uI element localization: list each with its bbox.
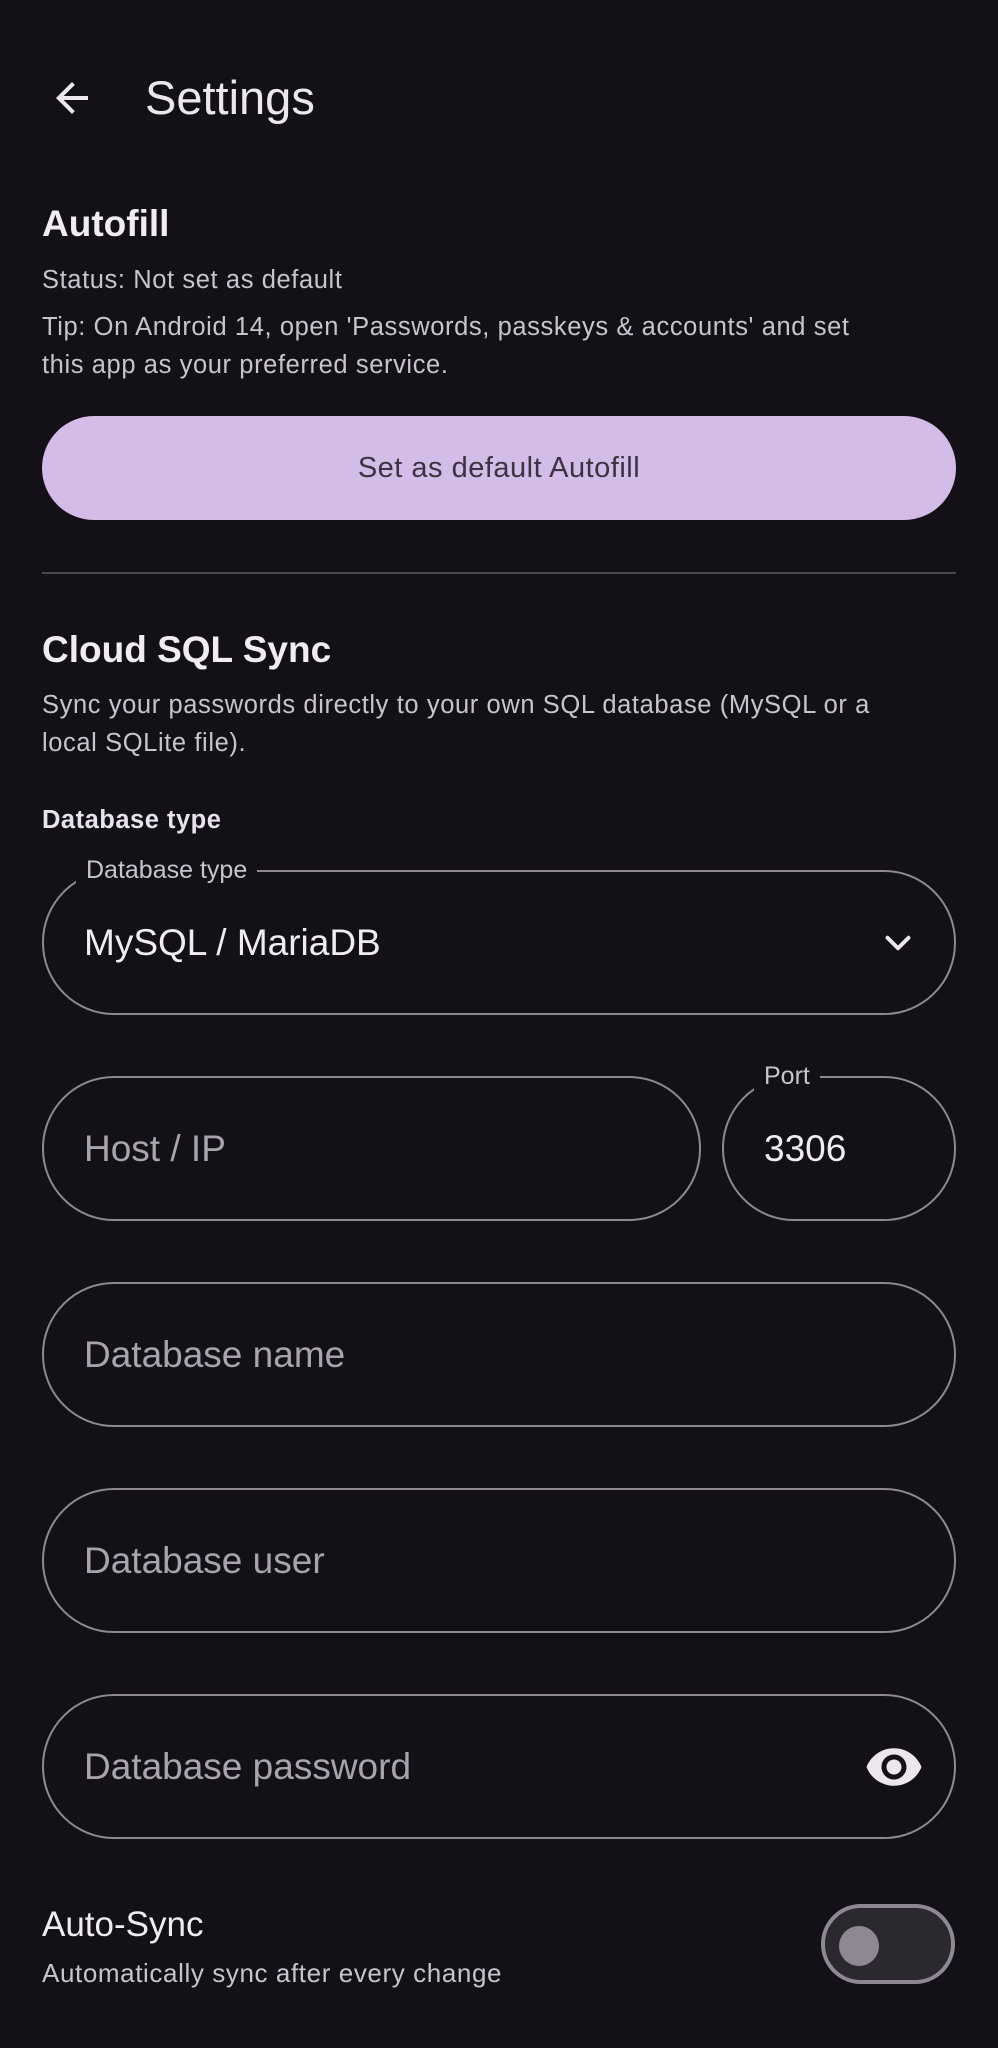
- auto-sync-title: Auto-Sync: [42, 1905, 204, 1944]
- database-name-placeholder: Database name: [84, 1333, 346, 1375]
- section-divider: [42, 572, 956, 574]
- database-password-input[interactable]: Database password: [42, 1694, 956, 1839]
- host-input[interactable]: Host / IP: [42, 1076, 701, 1221]
- chevron-down-icon[interactable]: [878, 923, 918, 963]
- auto-sync-toggle[interactable]: [821, 1904, 955, 1984]
- back-button[interactable]: [36, 62, 108, 134]
- database-type-value: MySQL / MariaDB: [84, 921, 381, 963]
- database-user-placeholder: Database user: [84, 1539, 325, 1581]
- auto-sync-subtitle: Automatically sync after every change: [42, 1958, 503, 1988]
- cloud-sync-desc-line-2: local SQLite file).: [42, 729, 247, 757]
- port-input[interactable]: Port 3306: [722, 1058, 956, 1221]
- set-default-autofill-button-label: Set as default Autofill: [357, 451, 641, 484]
- port-value: 3306: [764, 1127, 847, 1169]
- cloud-sync-section-title: Cloud SQL Sync: [42, 629, 332, 670]
- database-type-field-label: Database type: [76, 852, 258, 888]
- arrow-back-icon: [56, 82, 88, 114]
- page-title: Settings: [145, 71, 315, 124]
- autofill-tip-line-1: Tip: On Android 14, open 'Passwords, pas…: [42, 313, 850, 341]
- set-default-autofill-button[interactable]: Set as default Autofill: [42, 416, 956, 520]
- autofill-tip-line-2: this app as your preferred service.: [42, 351, 449, 379]
- cloud-sync-desc-line-1: Sync your passwords directly to your own…: [42, 691, 870, 719]
- database-type-caption: Database type: [42, 806, 222, 834]
- autofill-status-text: Status: Not set as default: [42, 266, 343, 294]
- database-password-placeholder: Database password: [84, 1745, 412, 1787]
- auto-sync-toggle-thumb: [839, 1926, 879, 1966]
- database-user-input[interactable]: Database user: [42, 1488, 956, 1633]
- autofill-section-title: Autofill: [42, 203, 170, 244]
- database-name-input[interactable]: Database name: [42, 1282, 956, 1427]
- port-field-label: Port: [754, 1058, 820, 1094]
- eye-icon[interactable]: [864, 1737, 924, 1797]
- database-type-dropdown[interactable]: Database type MySQL / MariaDB: [42, 852, 956, 1015]
- host-input-placeholder: Host / IP: [84, 1127, 226, 1169]
